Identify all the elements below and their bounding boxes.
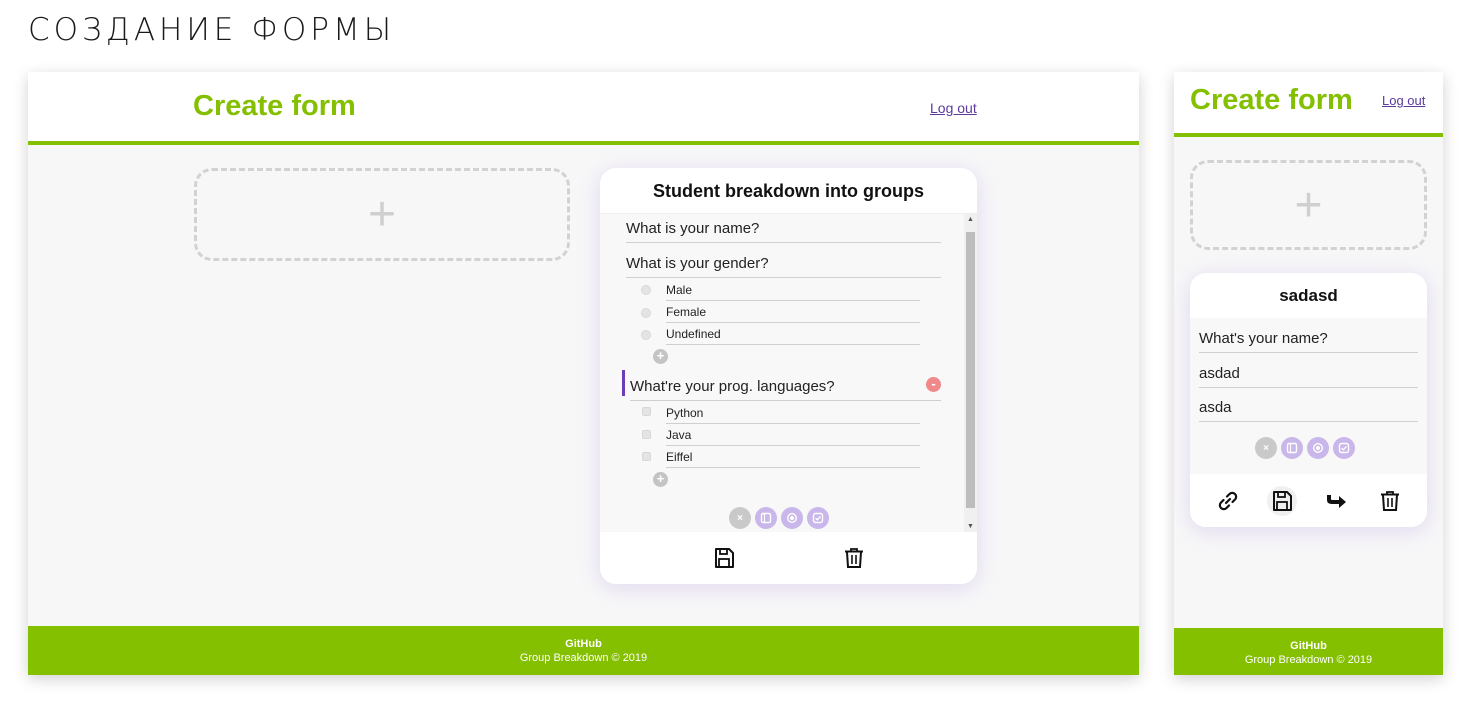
radio-type-icon[interactable] [1307,437,1329,459]
scrollbar[interactable]: ▲ ▼ [964,214,977,532]
add-option-button[interactable]: + [653,349,668,364]
form-questions-area[interactable]: What is your name? What is your gender? … [600,214,977,532]
question-field[interactable]: What is your name? [626,220,941,243]
add-option-button[interactable]: + [653,472,668,487]
form-card-actions [1190,474,1427,527]
github-link[interactable]: GitHub [28,637,1139,651]
radio-type-icon[interactable] [781,507,803,529]
question-field[interactable]: asda [1199,399,1418,422]
question-field[interactable]: What is your gender? [626,255,941,278]
app-title: Create form [1190,84,1353,116]
logout-link[interactable]: Log out [1382,93,1425,108]
text-type-icon[interactable] [1281,437,1303,459]
copyright-text: Group Breakdown © 2019 [1244,654,1373,666]
save-icon [1272,490,1292,511]
radio-icon [641,285,651,295]
option-field[interactable]: Eiffel [666,450,920,468]
text-type-icon[interactable] [755,507,777,529]
link-icon [1218,491,1237,510]
form-card-actions [600,532,977,584]
checkbox-type-icon[interactable] [807,507,829,529]
scrollbar-thumb[interactable] [966,232,975,508]
clear-icon[interactable]: × [1255,437,1277,459]
app-footer: GitHub Group Breakdown © 2019 [1174,628,1443,675]
copy-link-button[interactable] [1213,486,1243,516]
github-link[interactable]: GitHub [1174,639,1443,653]
app-header: Create form Log out [1174,72,1443,137]
option-field[interactable]: Java [666,428,920,446]
remove-question-button[interactable]: - [926,377,941,392]
form-title: sadasd [1279,286,1338,305]
option-field[interactable]: Female [666,305,920,323]
active-question-marker [622,370,625,396]
desktop-screen: Create form Log out + Student breakdown … [28,72,1139,675]
scroll-up-icon[interactable]: ▲ [964,216,977,223]
option-field[interactable]: Undefined [666,327,920,345]
app-title: Create form [193,90,356,122]
scroll-down-icon[interactable]: ▼ [964,523,977,530]
radio-icon [641,308,651,318]
copyright-text: Group Breakdown © 2019 [519,652,648,664]
add-form-button[interactable]: + [1190,160,1427,250]
save-button[interactable] [709,543,739,573]
trash-icon [844,548,863,568]
form-questions-area[interactable]: What's your name? asdad asda × [1190,318,1427,474]
question-field[interactable]: asdad [1199,365,1418,388]
form-card: sadasd What's your name? asdad asda × [1190,273,1427,527]
plus-icon: + [1294,178,1323,232]
page-headline: СОЗДАНИЕ ФОРМЫ [28,12,396,48]
checkbox-type-icon[interactable] [1333,437,1355,459]
add-form-button[interactable]: + [194,168,570,261]
share-icon [1326,494,1346,508]
checkbox-icon [642,430,651,439]
delete-button[interactable] [839,543,869,573]
delete-button[interactable] [1375,486,1405,516]
save-icon [714,548,734,568]
question-field[interactable]: What's your name? [1199,330,1418,353]
mobile-screen: Create form Log out + sadasd What's your… [1174,72,1443,675]
form-title: Student breakdown into groups [600,168,977,214]
radio-icon [641,330,651,340]
plus-icon: + [367,188,397,241]
form-card: Student breakdown into groups What is yo… [600,168,977,584]
share-button[interactable] [1321,486,1351,516]
question-type-toolbar: × [1255,437,1355,459]
option-field[interactable]: Python [666,406,920,424]
checkbox-icon [642,407,651,416]
logout-link[interactable]: Log out [930,100,977,116]
app-header: Create form Log out [28,72,1139,145]
checkbox-icon [642,452,651,461]
question-field-active[interactable]: What're your prog. languages? [630,378,941,401]
clear-icon[interactable]: × [729,507,751,529]
option-field[interactable]: Male [666,283,920,301]
question-type-toolbar: × [729,507,829,529]
save-button[interactable] [1266,485,1297,516]
trash-icon [1380,490,1399,511]
app-footer: GitHub Group Breakdown © 2019 [28,626,1139,675]
